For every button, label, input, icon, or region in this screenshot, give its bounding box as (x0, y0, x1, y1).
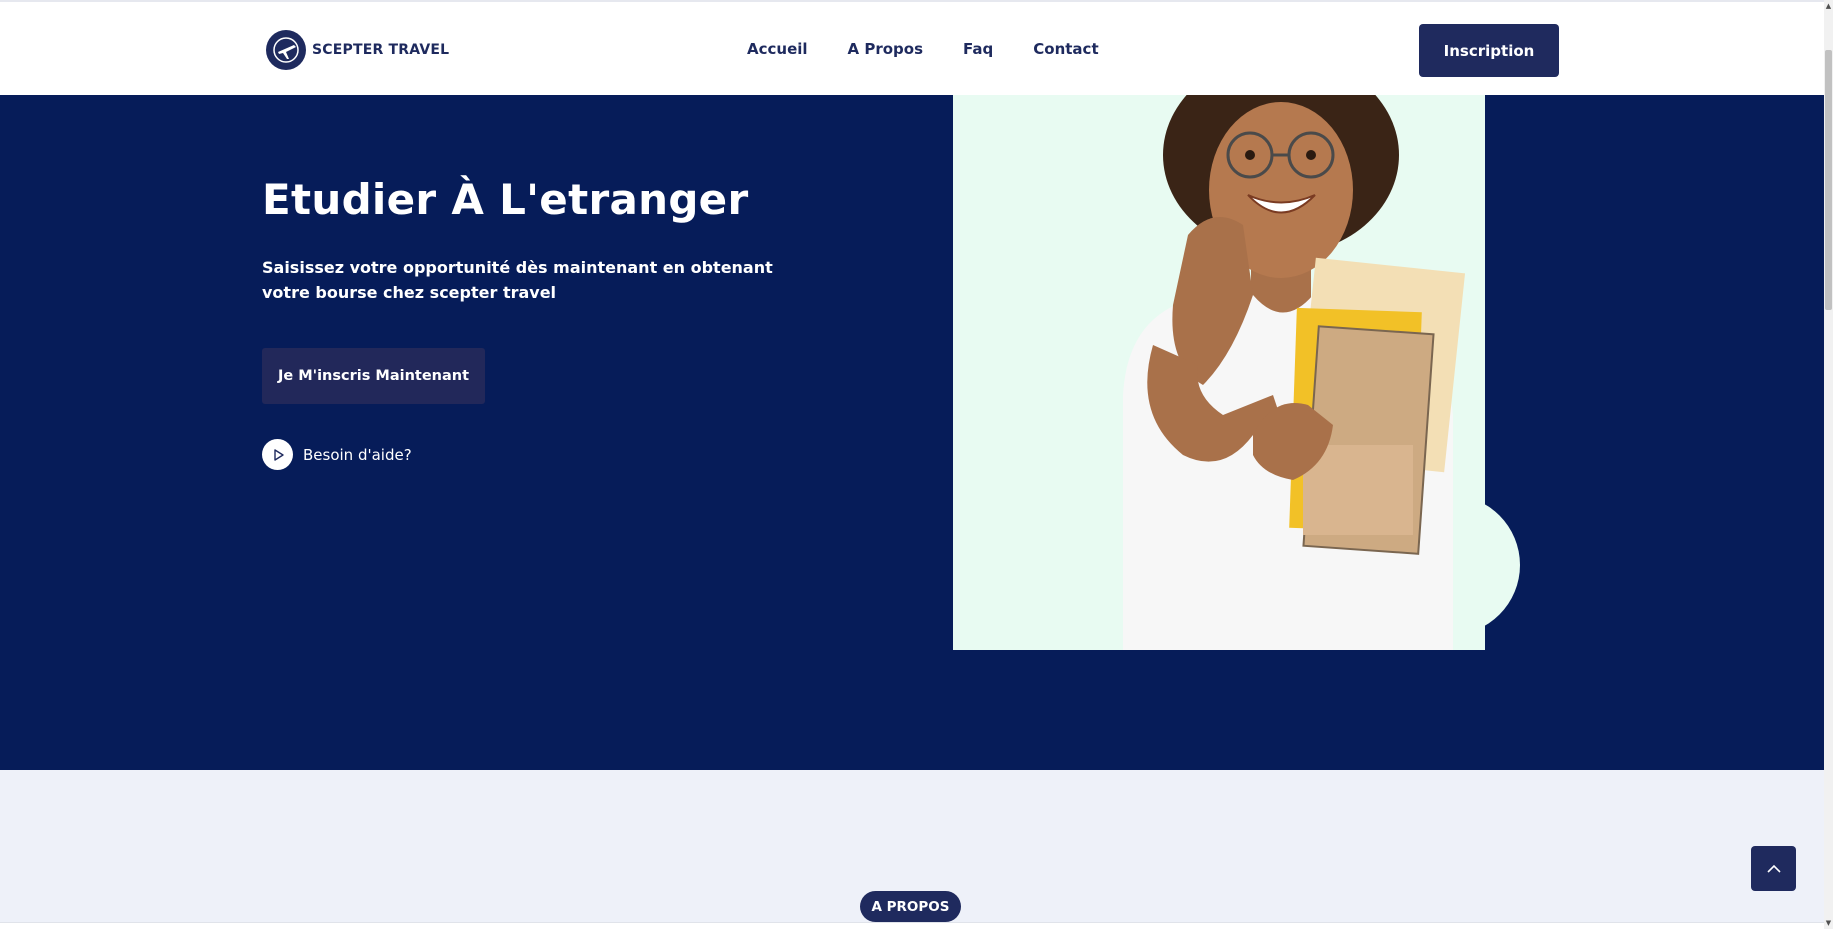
page-scrollbar[interactable]: ▲ ▼ (1824, 0, 1833, 929)
logo[interactable]: SCEPTER TRAVEL (266, 30, 449, 70)
nav-item-accueil[interactable]: Accueil (747, 40, 808, 58)
help-label: Besoin d'aide? (303, 445, 412, 464)
logo-text: SCEPTER TRAVEL (312, 42, 450, 58)
inscription-button[interactable]: Inscription (1419, 24, 1559, 77)
page: SCEPTER TRAVEL Accueil A Propos Faq Cont… (0, 0, 1824, 929)
scroll-down-arrow-icon[interactable]: ▼ (1824, 917, 1833, 929)
nav-item-a-propos[interactable]: A Propos (848, 40, 924, 58)
signup-now-button[interactable]: Je M'inscris Maintenant (262, 348, 485, 404)
hero-subtitle: Saisissez votre opportunité dès maintena… (262, 258, 773, 302)
hero-image (953, 95, 1485, 650)
play-icon (262, 439, 293, 470)
back-to-top-button[interactable] (1751, 846, 1796, 891)
hero-title: Etudier À L'etranger (262, 175, 749, 224)
student-illustration (1123, 95, 1466, 650)
airplane-globe-icon (266, 30, 306, 70)
site-header: SCEPTER TRAVEL Accueil A Propos Faq Cont… (0, 0, 1824, 95)
bottom-divider (0, 922, 1824, 929)
nav-item-contact[interactable]: Contact (1033, 40, 1098, 58)
about-section: A PROPOS (0, 770, 1824, 929)
scrollbar-thumb[interactable] (1825, 50, 1832, 310)
scroll-up-arrow-icon[interactable]: ▲ (1824, 0, 1833, 12)
section-badge: A PROPOS (860, 891, 961, 922)
nav-item-faq[interactable]: Faq (963, 40, 993, 58)
chevron-up-icon (1766, 859, 1782, 878)
main-nav: Accueil A Propos Faq Contact (747, 40, 1099, 58)
hero-section: Etudier À L'etranger Saisissez votre opp… (0, 95, 1824, 770)
help-link[interactable]: Besoin d'aide? (262, 439, 412, 470)
